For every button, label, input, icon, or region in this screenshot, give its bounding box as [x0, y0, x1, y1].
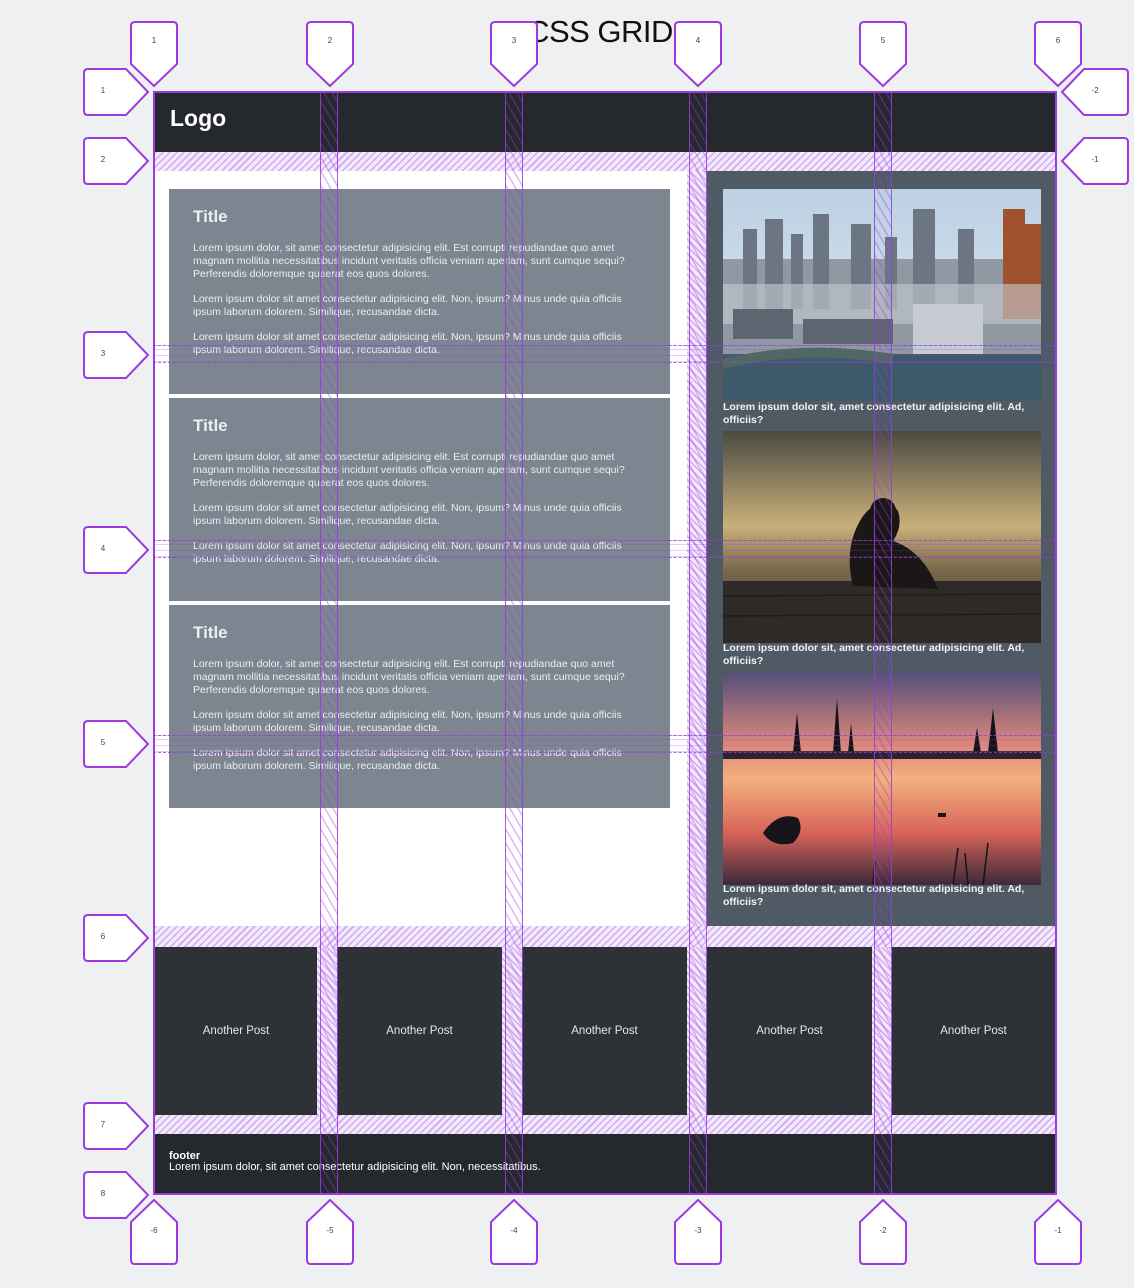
grid-column-line — [505, 91, 523, 1195]
badge-label: 7 — [100, 1120, 106, 1129]
grid-column-number-badge: -3 — [674, 1198, 722, 1265]
grid-column-number-badge: 5 — [859, 21, 907, 88]
badge-label: -3 — [694, 1226, 702, 1235]
grid-row-number-badge: 5 — [83, 720, 150, 768]
grid-row-number-badge: 2 — [83, 137, 150, 185]
grid-container-outline — [153, 91, 1057, 1195]
badge-label: 5 — [100, 738, 106, 747]
grid-row-number-badge: -2 — [1060, 68, 1129, 116]
badge-label: 1 — [100, 86, 106, 95]
badge-label: 3 — [100, 349, 106, 358]
badge-label: -1 — [1091, 155, 1099, 164]
badge-label: 8 — [100, 1189, 106, 1198]
badge-label: 5 — [880, 36, 886, 45]
grid-row-line — [153, 540, 1057, 558]
grid-row-number-badge: 4 — [83, 526, 150, 574]
badge-label: -5 — [326, 1226, 334, 1235]
badge-label: 6 — [1055, 36, 1061, 45]
grid-column-number-badge: 2 — [306, 21, 354, 88]
badge-label: -1 — [1054, 1226, 1062, 1235]
grid-column-number-badge: -5 — [306, 1198, 354, 1265]
badge-label: 3 — [511, 36, 517, 45]
badge-label: 6 — [100, 932, 106, 941]
badge-label: -2 — [1091, 86, 1099, 95]
badge-label: -4 — [510, 1226, 518, 1235]
grid-column-number-badge: 6 — [1034, 21, 1082, 88]
grid-column-number-badge: 3 — [490, 21, 538, 88]
grid-row-line — [153, 345, 1057, 363]
grid-column-number-badge: -4 — [490, 1198, 538, 1265]
grid-column-number-badge: -2 — [859, 1198, 907, 1265]
grid-column-line — [874, 91, 892, 1195]
grid-column-number-badge: 1 — [130, 21, 178, 88]
grid-row-number-badge: 7 — [83, 1102, 150, 1150]
badge-label: 2 — [100, 155, 106, 164]
grid-column-line — [689, 91, 707, 1195]
badge-label: 4 — [695, 36, 701, 45]
grid-row-number-badge: 1 — [83, 68, 150, 116]
badge-label: -6 — [150, 1226, 158, 1235]
badge-label: 1 — [151, 36, 157, 45]
grid-column-line — [320, 91, 338, 1195]
grid-column-number-badge: 4 — [674, 21, 722, 88]
badge-label: -2 — [879, 1226, 887, 1235]
badge-label: 2 — [327, 36, 333, 45]
grid-column-number-badge: -1 — [1034, 1198, 1082, 1265]
grid-row-number-badge: 3 — [83, 331, 150, 379]
badge-label: 4 — [100, 544, 106, 553]
grid-row-number-badge: 6 — [83, 914, 150, 962]
grid-row-line — [153, 735, 1057, 753]
grid-row-number-badge: -1 — [1060, 137, 1129, 185]
grid-row-number-badge: 8 — [83, 1171, 150, 1219]
